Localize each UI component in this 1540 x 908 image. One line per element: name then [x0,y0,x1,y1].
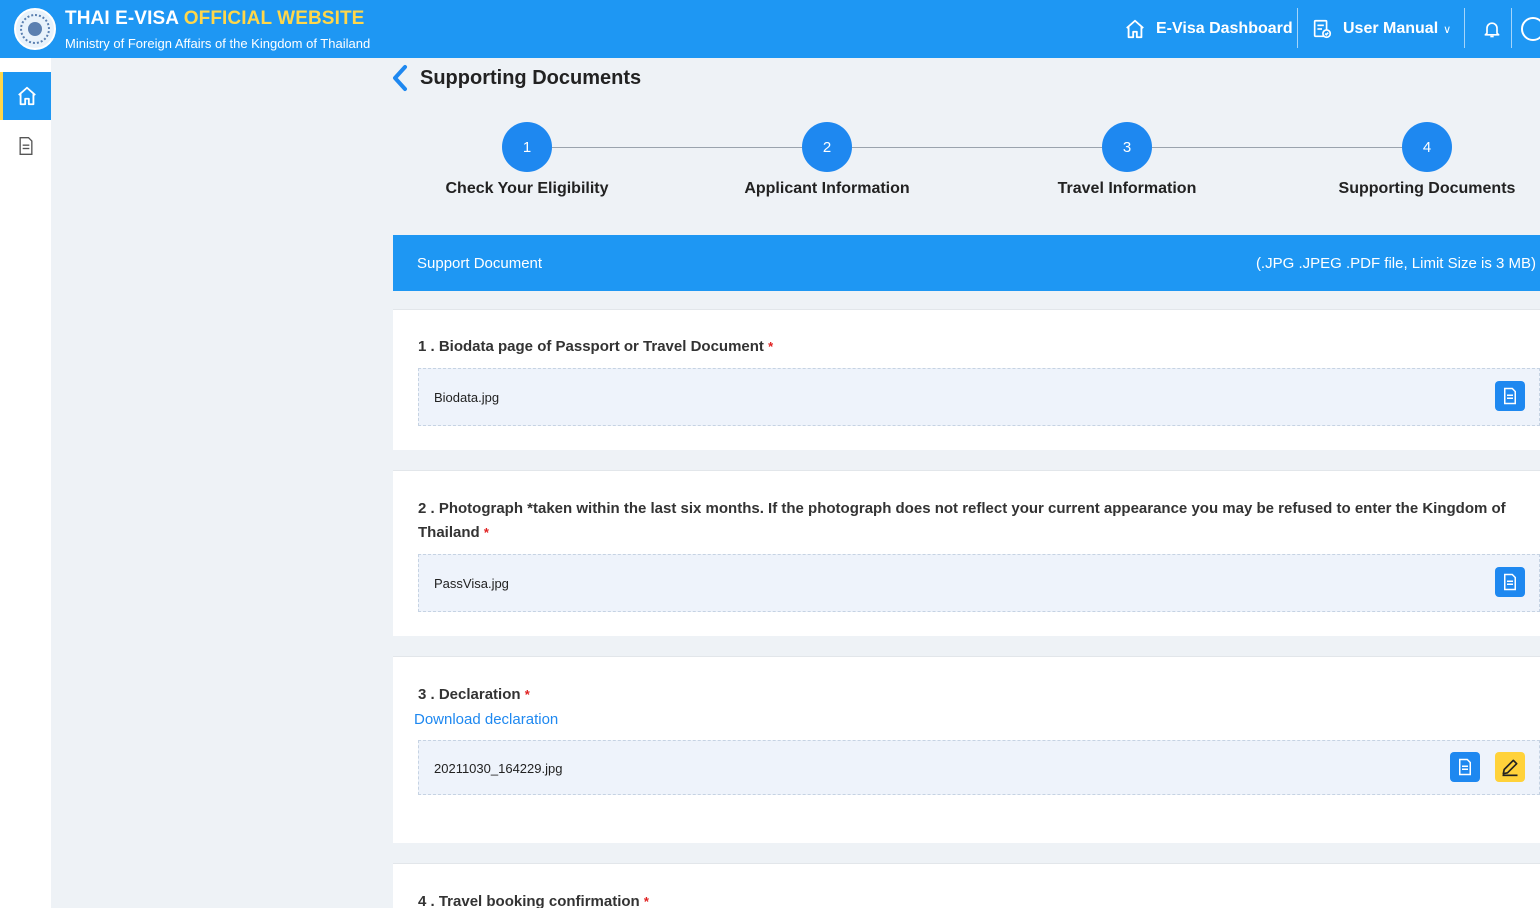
file-upload-box[interactable]: 20211030_164229.jpg [418,740,1540,795]
document-card-declaration: 3 . Declaration * Download declaration 2… [393,656,1540,843]
required-mark: * [768,339,774,354]
step-2-label: Applicant Information [744,180,910,197]
document-title-text: 4 . Travel booking confirmation [418,893,640,908]
view-file-button[interactable] [1495,381,1525,411]
nav-manual-label: User Manual [1343,20,1439,37]
nav-divider [1464,8,1465,48]
document-card-photograph: 2 . Photograph *taken within the last si… [393,470,1540,636]
view-file-button[interactable] [1450,752,1480,782]
nav-divider [1297,8,1298,48]
sidebar [0,58,51,908]
user-avatar[interactable] [1521,17,1540,41]
document-title: 2 . Photograph *taken within the last si… [418,497,1538,545]
nav-user-manual[interactable]: User Manual ∨ [1311,0,1451,58]
stepper-line [527,147,1427,148]
step-2-circle[interactable]: 2 [802,122,852,172]
site-title: THAI E-VISA OFFICIAL WEBSITE [65,8,364,30]
site-title-main: THAI E-VISA [65,8,179,29]
document-title: 1 . Biodata page of Passport or Travel D… [418,335,1538,359]
file-name: Biodata.jpg [434,390,500,405]
notification-button[interactable] [1482,0,1512,58]
document-card-biodata: 1 . Biodata page of Passport or Travel D… [393,309,1540,450]
file-name: PassVisa.jpg [434,576,509,591]
home-icon [18,86,36,106]
step-4-label: Supporting Documents [1338,180,1516,197]
file-name: 20211030_164229.jpg [434,761,563,776]
support-document-label: Support Document [417,255,543,272]
step-3-circle[interactable]: 3 [1102,122,1152,172]
page-title: Supporting Documents [420,66,642,89]
edit-icon [1502,759,1518,777]
edit-declaration-button[interactable] [1495,752,1525,782]
view-file-button[interactable] [1495,567,1525,597]
support-document-header: Support Document (.JPG .JPEG .PDF file, … [393,235,1540,291]
document-title-text: 1 . Biodata page of Passport or Travel D… [418,338,764,355]
ministry-seal-logo[interactable] [14,8,56,50]
site-title-accent: OFFICIAL WEBSITE [183,8,365,29]
document-icon [19,137,32,155]
nav-dashboard-label: E-Visa Dashboard [1156,20,1293,37]
file-limit-note: (.JPG .JPEG .PDF file, Limit Size is 3 M… [1255,255,1536,272]
step-3-label: Travel Information [1057,180,1197,197]
step-1-label: Check Your Eligibility [445,180,609,197]
sidebar-item-home[interactable] [0,72,51,120]
file-upload-box[interactable]: PassVisa.jpg [418,554,1540,612]
user-manual-icon [1313,19,1332,39]
nav-divider [1511,8,1512,48]
nav-evisa-dashboard[interactable]: E-Visa Dashboard [1124,0,1293,58]
document-title-text: 3 . Declaration [418,686,521,703]
document-title: 4 . Travel booking confirmation * [418,890,1538,908]
site-subtitle: Ministry of Foreign Affairs of the Kingd… [65,36,371,51]
document-title-text: 2 . Photograph *taken within the last si… [418,500,1506,541]
view-file-icon [1504,387,1516,405]
view-file-icon [1504,573,1516,591]
step-4-circle[interactable]: 4 [1402,122,1452,172]
view-file-icon [1459,758,1471,776]
step-1-circle[interactable]: 1 [502,122,552,172]
bell-icon [1484,22,1500,38]
required-mark: * [524,687,530,702]
file-upload-box[interactable]: Biodata.jpg [418,368,1540,426]
top-bar: THAI E-VISA OFFICIAL WEBSITE Ministry of… [0,0,1540,58]
required-mark: * [643,894,649,908]
download-declaration-link[interactable]: Download declaration [414,711,558,728]
sidebar-item-documents[interactable] [0,122,51,170]
document-card-travel-booking: 4 . Travel booking confirmation * [393,863,1540,908]
required-mark: * [483,525,489,540]
document-title: 3 . Declaration * [418,683,1538,707]
chevron-down-icon: ∨ [1443,23,1452,36]
home-icon [1126,19,1144,39]
back-chevron-icon[interactable] [390,64,410,92]
page-title-bar: Supporting Documents [390,64,641,92]
